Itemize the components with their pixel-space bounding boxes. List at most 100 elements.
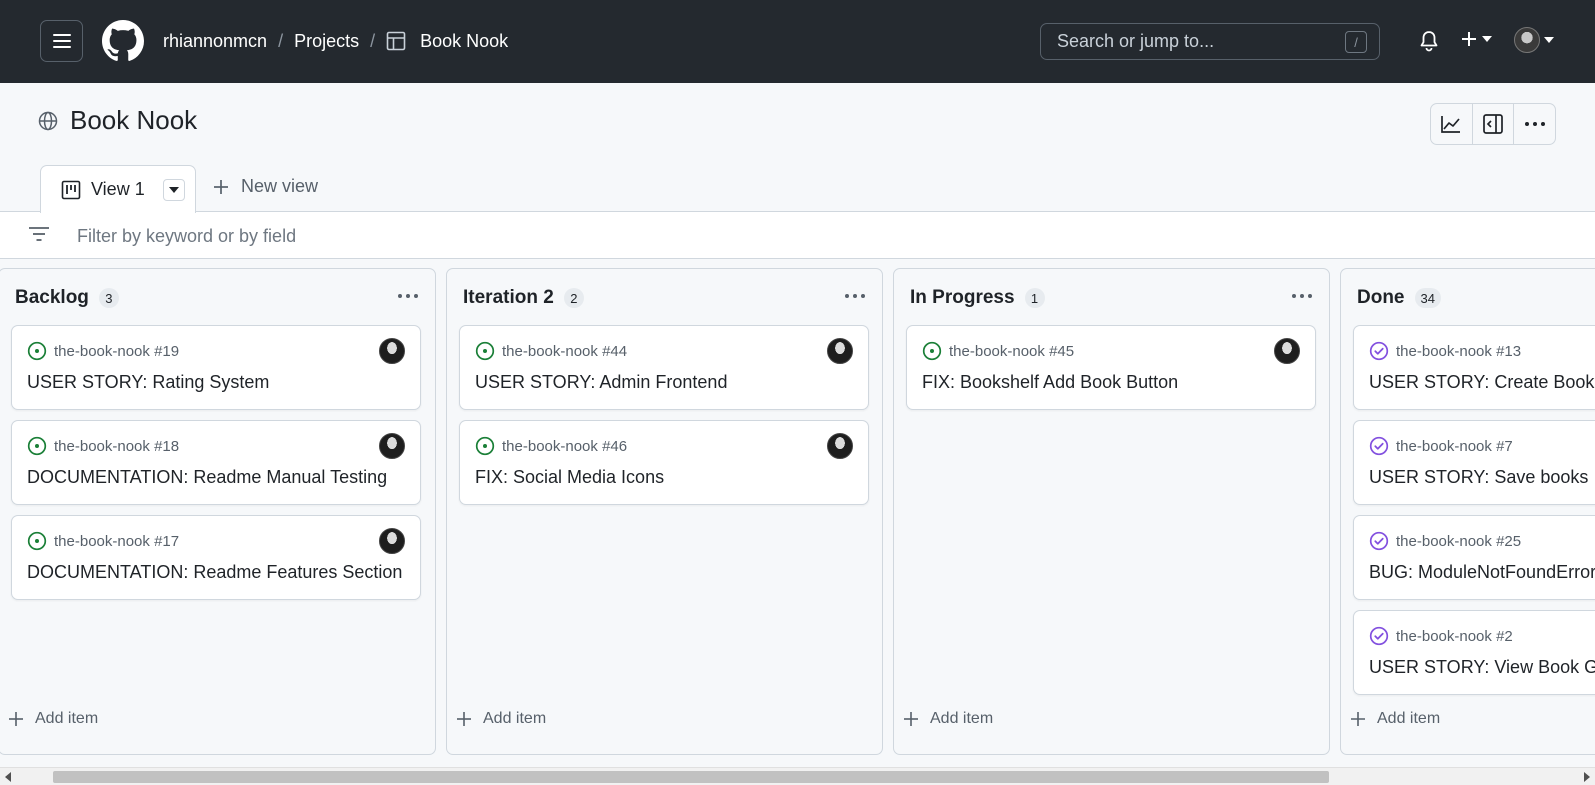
avatar [1514, 27, 1540, 53]
hamburger-icon [52, 34, 71, 48]
more-options-button[interactable] [1514, 104, 1555, 144]
side-panel-button[interactable] [1473, 104, 1515, 144]
filter-icon[interactable] [28, 226, 50, 242]
issue-reference: the-book-nook #46 [502, 437, 628, 455]
assignee-avatar[interactable] [1274, 338, 1300, 364]
issue-card[interactable]: the-book-nook #2 USER STORY: View Book G… [1353, 610, 1595, 695]
add-item-button[interactable]: Add item [457, 710, 546, 728]
issue-title[interactable]: FIX: Social Media Icons [475, 467, 664, 488]
issue-reference: the-book-nook #45 [949, 342, 1075, 360]
column-iteration-2: Iteration 2 2 the-book-nook #44 USER STO… [446, 268, 883, 755]
view-options-dropdown[interactable] [162, 178, 185, 201]
new-view-label: New view [241, 176, 319, 196]
issue-card[interactable]: the-book-nook #44 USER STORY: Admin Fron… [459, 325, 869, 410]
create-new-button[interactable] [1460, 30, 1492, 48]
issue-reference: the-book-nook #17 [54, 532, 180, 550]
issue-card[interactable]: the-book-nook #13 USER STORY: Create Boo… [1353, 325, 1595, 410]
column-backlog: Backlog 3 the-book-nook #19 USER STORY: … [0, 268, 436, 755]
assignee-avatar[interactable] [827, 338, 853, 364]
project-header: Book Nook [38, 105, 197, 136]
issue-card[interactable]: the-book-nook #25 BUG: ModuleNotFoundErr… [1353, 515, 1595, 600]
issue-title[interactable]: USER STORY: View Book Genr [1369, 657, 1595, 678]
new-view-button[interactable]: New view [213, 176, 318, 197]
issue-title[interactable]: DOCUMENTATION: Readme Features Section [27, 562, 402, 583]
plus-icon [1351, 712, 1365, 726]
issue-card[interactable]: the-book-nook #19 USER STORY: Rating Sys… [11, 325, 421, 410]
issue-reference: the-book-nook #25 [1396, 532, 1522, 550]
column-in-progress: In Progress 1 the-book-nook #45 FIX: Boo… [893, 268, 1330, 755]
issue-card[interactable]: the-book-nook #45 FIX: Bookshelf Add Boo… [906, 325, 1316, 410]
plus-icon [904, 712, 918, 726]
column-count-badge: 34 [1414, 288, 1441, 308]
page-title: Book Nook [70, 105, 198, 135]
user-menu-button[interactable] [1514, 27, 1554, 53]
issue-card[interactable]: the-book-nook #7 USER STORY: Save books [1353, 420, 1595, 505]
issue-title[interactable]: BUG: ModuleNotFoundError [1369, 562, 1595, 583]
issue-reference: the-book-nook #13 [1396, 342, 1522, 360]
add-item-label: Add item [1377, 710, 1441, 727]
horizontal-scrollbar[interactable] [0, 767, 1595, 785]
issue-title[interactable]: USER STORY: Admin Frontend [475, 372, 727, 393]
assignee-avatar[interactable] [379, 433, 405, 459]
tab-view-1[interactable]: View 1 [40, 165, 196, 213]
filter-input[interactable] [77, 222, 1477, 250]
issue-title[interactable]: USER STORY: Rating System [27, 372, 269, 393]
column-count-badge: 1 [1024, 288, 1045, 308]
assignee-avatar[interactable] [827, 433, 853, 459]
notifications-button[interactable] [1419, 30, 1439, 57]
column-header: Done 34 [1357, 287, 1441, 309]
breadcrumb-project[interactable]: Book Nook [420, 31, 508, 52]
tab-label: View 1 [91, 179, 145, 199]
issue-opened-icon [475, 341, 495, 361]
issue-title[interactable]: USER STORY: Save books [1369, 467, 1588, 488]
issue-opened-icon [27, 531, 47, 551]
column-title: Done [1357, 287, 1405, 308]
issue-opened-icon [27, 436, 47, 456]
add-item-button[interactable]: Add item [1351, 710, 1440, 728]
globe-icon [38, 111, 58, 130]
breadcrumb-separator: / [370, 30, 376, 51]
column-title: In Progress [910, 287, 1015, 308]
scroll-right-arrow-icon[interactable] [1583, 772, 1591, 782]
issue-card[interactable]: the-book-nook #46 FIX: Social Media Icon… [459, 420, 869, 505]
card-meta: the-book-nook #17 [27, 531, 179, 551]
issue-closed-icon [1369, 436, 1389, 456]
global-header: rhiannonmcn / Projects / Book Nook Searc… [0, 0, 1595, 83]
issue-reference: the-book-nook #7 [1396, 437, 1513, 455]
bell-icon [1420, 31, 1438, 52]
github-logo-icon[interactable] [102, 20, 144, 62]
card-meta: the-book-nook #44 [475, 341, 627, 361]
sidebar-expand-icon [1483, 114, 1503, 134]
issue-title[interactable]: USER STORY: Create Book Rev [1369, 372, 1595, 393]
kebab-horizontal-icon[interactable] [397, 293, 419, 299]
insights-button[interactable] [1431, 104, 1473, 144]
breadcrumb-owner[interactable]: rhiannonmcn [163, 31, 267, 52]
issue-card[interactable]: the-book-nook #18 DOCUMENTATION: Readme … [11, 420, 421, 505]
global-search[interactable]: Search or jump to... / [1040, 23, 1380, 60]
kebab-horizontal-icon [1524, 122, 1545, 126]
add-item-button[interactable]: Add item [904, 710, 993, 728]
menu-button[interactable] [40, 20, 83, 62]
card-meta: the-book-nook #2 [1369, 626, 1513, 646]
issue-closed-icon [1369, 626, 1389, 646]
issue-card[interactable]: the-book-nook #17 DOCUMENTATION: Readme … [11, 515, 421, 600]
card-meta: the-book-nook #25 [1369, 531, 1521, 551]
assignee-avatar[interactable] [379, 528, 405, 554]
kebab-horizontal-icon[interactable] [844, 293, 866, 299]
breadcrumb: rhiannonmcn / Projects / Book Nook [163, 28, 508, 54]
scrollbar-thumb[interactable] [53, 771, 1329, 783]
add-item-label: Add item [483, 710, 547, 727]
scroll-left-arrow-icon[interactable] [4, 772, 12, 782]
issue-title[interactable]: DOCUMENTATION: Readme Manual Testing [27, 467, 387, 488]
column-title: Backlog [15, 287, 89, 308]
assignee-avatar[interactable] [379, 338, 405, 364]
card-meta: the-book-nook #19 [27, 341, 179, 361]
column-done: Done 34 the-book-nook #13 USER STORY: Cr… [1340, 268, 1595, 755]
issue-title[interactable]: FIX: Bookshelf Add Book Button [922, 372, 1178, 393]
add-item-label: Add item [930, 710, 994, 727]
plus-icon [9, 712, 23, 726]
add-item-button[interactable]: Add item [9, 710, 98, 728]
kebab-horizontal-icon[interactable] [1291, 293, 1313, 299]
breadcrumb-projects[interactable]: Projects [294, 31, 359, 52]
issue-reference: the-book-nook #19 [54, 342, 180, 360]
